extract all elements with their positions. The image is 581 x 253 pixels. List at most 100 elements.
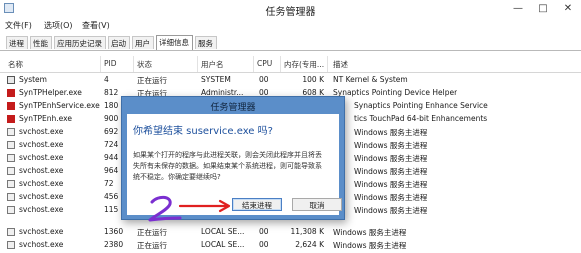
cell-name: SynTPHelper.exe <box>19 88 82 97</box>
cell-memory: 100 K <box>302 75 324 84</box>
column-separator <box>133 56 134 72</box>
cell-name: svchost.exe <box>19 192 64 201</box>
column-separator <box>280 56 281 72</box>
cell-memory: 11,308 K <box>290 227 324 236</box>
service-icon <box>7 206 15 214</box>
column-status[interactable]: 状态 <box>137 59 152 70</box>
cell-pid: 944 <box>104 153 119 162</box>
cell-description: Synaptics Pointing Enhance Service <box>354 101 488 110</box>
cell-user: LOCAL SE... <box>201 240 245 249</box>
dialog-message-line: 统不稳定。你确定要继续吗? <box>133 173 221 181</box>
tab-users[interactable]: 用户 <box>132 36 154 49</box>
close-button[interactable]: ✕ <box>557 1 579 16</box>
column-separator <box>327 56 328 72</box>
system-icon <box>7 76 15 84</box>
menu-options[interactable]: 选项(O) <box>44 20 73 31</box>
cell-description: Windows 服务主进程 <box>354 128 428 137</box>
service-icon <box>7 241 15 249</box>
cell-description: Windows 服务主进程 <box>354 193 428 202</box>
cell-pid: 4 <box>104 75 109 84</box>
service-icon <box>7 128 15 136</box>
service-icon <box>7 154 15 162</box>
cell-status: 正在运行 <box>137 241 167 250</box>
cancel-button[interactable]: 取消 <box>292 198 342 211</box>
cell-pid: 2380 <box>104 240 124 249</box>
table-row[interactable]: System 4 正在运行 SYSTEM 00 100 K NT Kernel … <box>0 74 581 87</box>
cell-cpu: 00 <box>259 75 269 84</box>
dialog-message-line: 如果某个打开的程序与此进程关联，则会关闭此程序并且将丢 <box>133 151 322 159</box>
cell-pid: 692 <box>104 127 119 136</box>
cell-name: svchost.exe <box>19 153 64 162</box>
cell-description: Windows 服务主进程 <box>354 180 428 189</box>
tab-details[interactable]: 详细信息 <box>156 35 193 50</box>
red-arrow-icon <box>178 199 231 213</box>
menu-view[interactable]: 查看(V) <box>82 20 110 31</box>
cell-cpu: 00 <box>259 227 269 236</box>
column-name[interactable]: 名称 <box>8 59 23 70</box>
cell-description: NT Kernel & System <box>333 75 408 84</box>
tab-processes[interactable]: 进程 <box>6 36 28 49</box>
end-process-button[interactable]: 结束进程 <box>232 198 282 211</box>
cell-pid: 900 <box>104 114 119 123</box>
service-icon <box>7 228 15 236</box>
dialog-title: 任务管理器 <box>210 103 256 113</box>
cell-name: SynTPEnh.exe <box>19 114 72 123</box>
synaptics-icon <box>7 115 15 123</box>
cell-pid: 72 <box>104 179 114 188</box>
cell-name: svchost.exe <box>19 140 64 149</box>
cell-description: tics TouchPad 64-bit Enhancements <box>354 114 488 123</box>
cell-pid: 964 <box>104 166 119 175</box>
minimize-button[interactable]: — <box>507 1 529 16</box>
cell-user: SYSTEM <box>201 75 231 84</box>
dialog-heading: 你希望结束 suservice.exe 吗? <box>133 126 273 137</box>
cell-pid: 456 <box>104 192 119 201</box>
column-description[interactable]: 描述 <box>333 59 348 70</box>
column-pid[interactable]: PID <box>104 59 117 68</box>
cell-name: SynTPEnhService.exe <box>19 101 100 110</box>
cell-pid: 724 <box>104 140 119 149</box>
cell-description: Windows 服务主进程 <box>333 228 407 237</box>
cell-name: svchost.exe <box>19 240 64 249</box>
cell-description: Windows 服务主进程 <box>354 141 428 150</box>
tab-performance[interactable]: 性能 <box>30 36 52 49</box>
menu-file[interactable]: 文件(F) <box>5 20 32 31</box>
cell-cpu: 00 <box>259 240 269 249</box>
cell-description: Windows 服务主进程 <box>354 167 428 176</box>
cell-name: svchost.exe <box>19 166 64 175</box>
cell-description: Windows 服务主进程 <box>354 154 428 163</box>
synaptics-icon <box>7 102 15 110</box>
column-memory[interactable]: 内存(专用... <box>284 59 324 70</box>
cell-description: Synaptics Pointing Device Helper <box>333 88 458 97</box>
cell-name: svchost.exe <box>19 127 64 136</box>
service-icon <box>7 180 15 188</box>
table-row[interactable]: svchost.exe 2380 正在运行 LOCAL SE... 00 2,6… <box>0 239 581 252</box>
column-username[interactable]: 用户名 <box>201 59 224 70</box>
annotation-overlay <box>148 195 231 222</box>
column-separator <box>197 56 198 72</box>
column-cpu[interactable]: CPU <box>257 59 272 68</box>
cell-name: svchost.exe <box>19 227 64 236</box>
service-icon <box>7 193 15 201</box>
cell-memory: 2,624 K <box>295 240 324 249</box>
cell-name: svchost.exe <box>19 179 64 188</box>
cell-name: svchost.exe <box>19 205 64 214</box>
window-title: 任务管理器 <box>265 7 316 18</box>
cell-status: 正在运行 <box>137 76 167 85</box>
cell-user: LOCAL SE... <box>201 227 245 236</box>
dialog-message-line: 失所有未保存的数据。如果结束某个系统进程，则可能导致系 <box>133 162 322 170</box>
maximize-button[interactable]: □ <box>532 1 554 16</box>
cell-description: Windows 服务主进程 <box>354 206 428 215</box>
tab-startup[interactable]: 启动 <box>108 36 130 49</box>
table-row[interactable]: svchost.exe 1360 正在运行 LOCAL SE... 00 11,… <box>0 226 581 239</box>
column-separator <box>253 56 254 72</box>
table-header: 名称 PID 状态 用户名 CPU 内存(专用... 描述 <box>0 56 581 73</box>
menu-bar: 文件(F) 选项(O) 查看(V) <box>0 19 581 33</box>
service-icon <box>7 167 15 175</box>
cell-status: 正在运行 <box>137 228 167 237</box>
tab-app-history[interactable]: 应用历史记录 <box>54 36 106 49</box>
tab-services[interactable]: 服务 <box>195 36 217 49</box>
service-icon <box>7 141 15 149</box>
cell-pid: 115 <box>104 205 119 214</box>
cell-description: Windows 服务主进程 <box>333 241 407 250</box>
tab-bar: 进程 性能 应用历史记录 启动 用户 详细信息 服务 <box>0 34 581 51</box>
